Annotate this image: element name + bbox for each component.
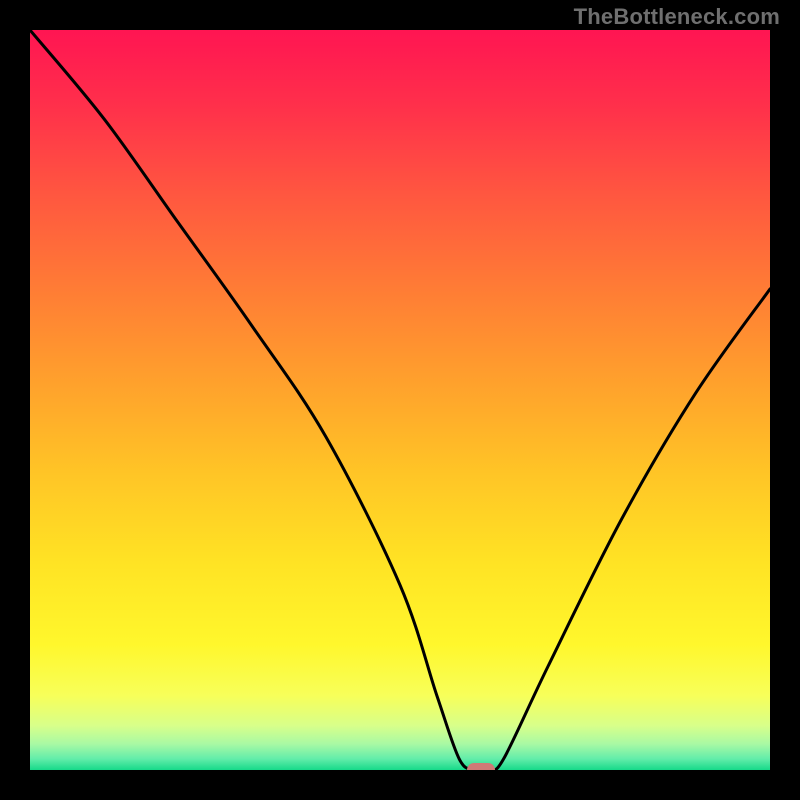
bottleneck-curve xyxy=(30,30,770,770)
optimum-marker xyxy=(467,763,495,770)
plot-area xyxy=(30,30,770,770)
chart-frame: TheBottleneck.com xyxy=(0,0,800,800)
watermark-text: TheBottleneck.com xyxy=(574,4,780,30)
curve-path xyxy=(30,30,770,770)
